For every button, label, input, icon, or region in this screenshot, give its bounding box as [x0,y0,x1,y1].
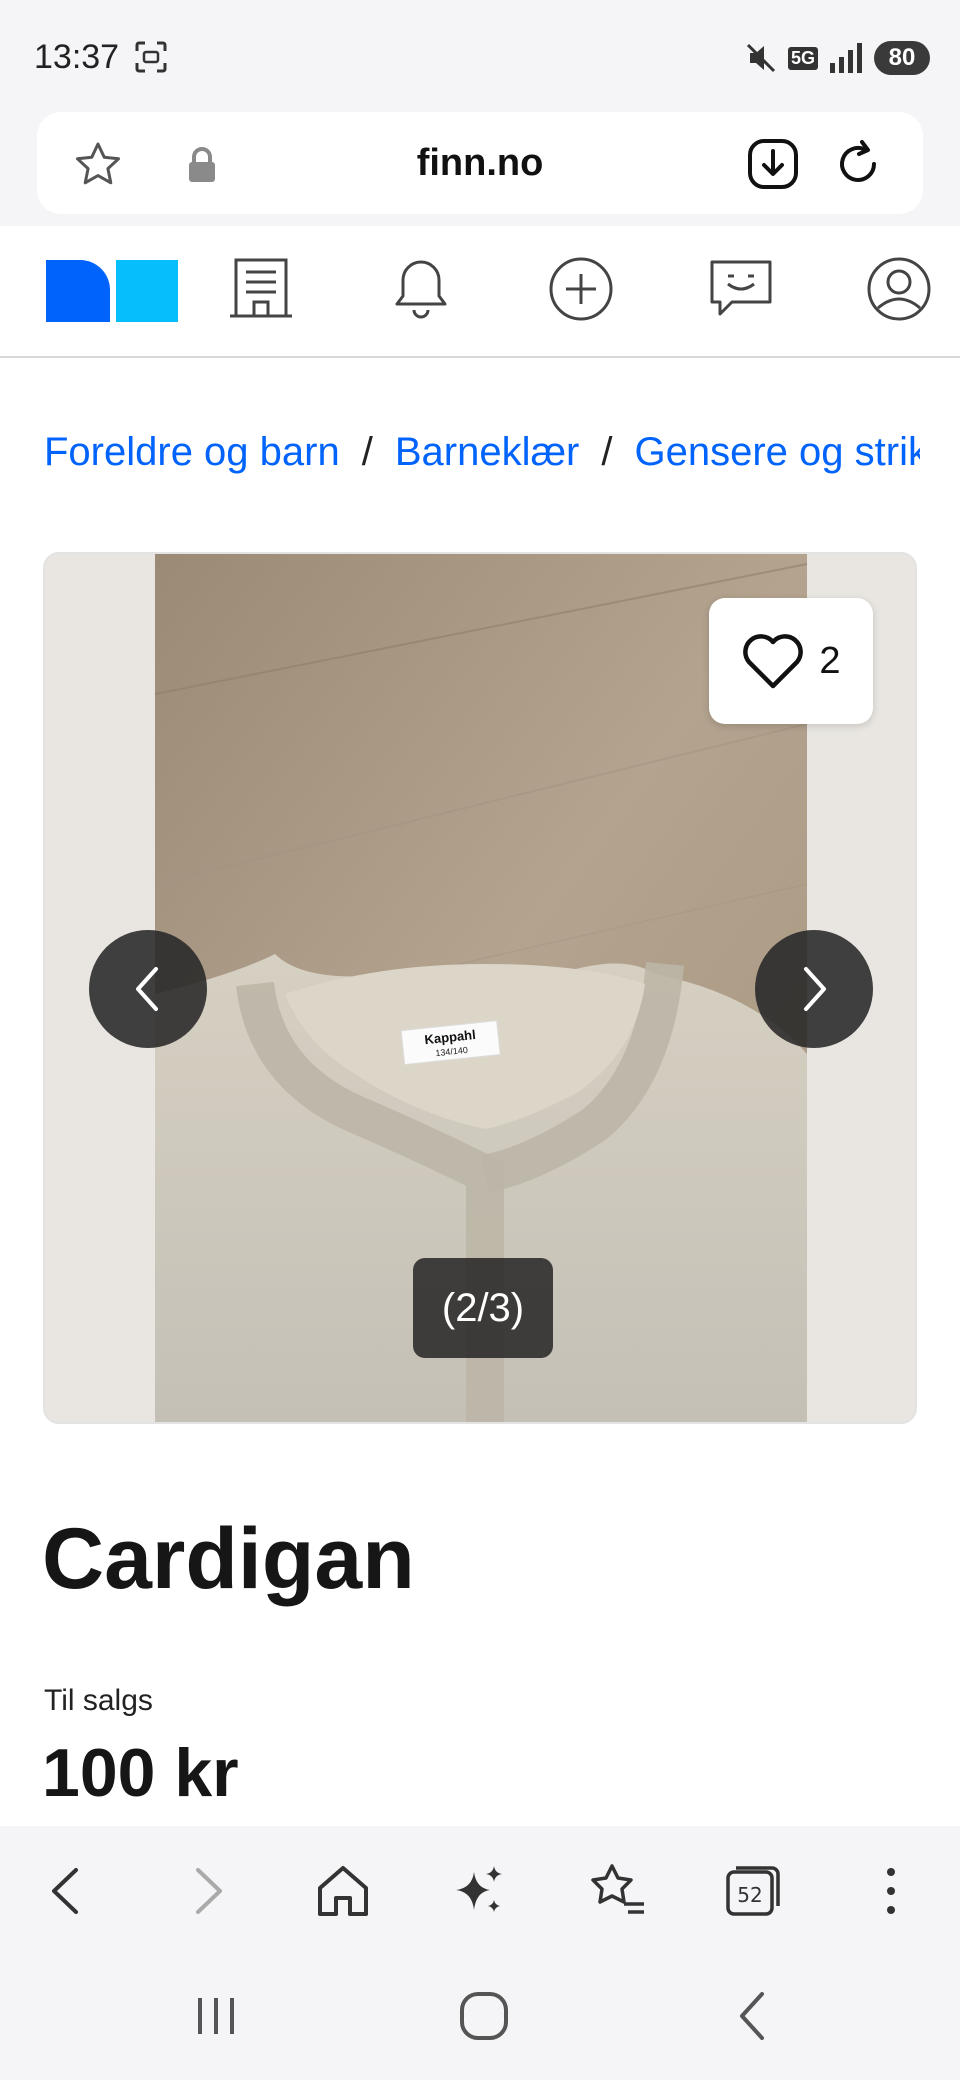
breadcrumb-separator: / [361,430,373,474]
reload-icon[interactable] [832,138,884,190]
breadcrumb-link-1[interactable]: Foreldre og barn [44,430,340,474]
home-icon[interactable] [312,1860,374,1922]
sale-type-label: Til salgs [44,1684,153,1717]
breadcrumb-link-2[interactable]: Barneklær [395,430,580,474]
battery-icon: 80 [874,41,930,75]
signal-icon [830,43,862,73]
breadcrumb-separator: / [601,430,613,474]
chat-icon[interactable] [708,256,774,322]
building-icon[interactable] [228,256,294,322]
forward-icon[interactable] [176,1860,238,1922]
recent-apps-icon[interactable] [186,1986,246,2046]
tab-count: 52 [737,1883,762,1907]
chevron-left-icon [136,967,158,1011]
listing-content: Foreldre og barn / Barneklær / Gensere og st… [0,358,960,1828]
mute-icon [746,43,776,73]
breadcrumb: Foreldre og barn / Barneklær / Gensere og st… [44,430,920,490]
status-icons: 5G 80 [744,38,930,78]
status-time: 13:37 [34,38,120,76]
heart-icon [743,634,804,689]
more-menu-icon[interactable] [860,1860,922,1922]
bell-icon[interactable] [388,256,454,322]
finn-logo[interactable] [46,260,178,322]
chevron-right-icon [804,967,826,1011]
browser-toolbar: 52 [0,1826,960,1956]
screenshot-icon [135,41,167,73]
previous-image-button[interactable] [89,930,207,1048]
tabs-icon[interactable]: 52 [722,1860,784,1922]
ai-sparkle-icon[interactable] [448,1860,510,1922]
back-icon[interactable] [36,1860,98,1922]
listing-title: Cardigan [42,1511,415,1607]
favorite-button[interactable]: 2 [709,598,873,724]
image-gallery[interactable]: Kappahl 134/140 2 (2/3) [43,552,917,1424]
profile-icon[interactable] [866,256,932,322]
image-counter: (2/3) [413,1258,553,1358]
address-bar[interactable]: finn.no [37,112,923,214]
bookmarks-icon[interactable] [586,1860,648,1922]
site-header [0,226,960,358]
system-navigation-bar [0,1956,960,2080]
download-icon[interactable] [747,138,799,190]
system-home-icon[interactable] [454,1986,514,2046]
listing-price: 100 kr [42,1735,239,1811]
status-bar: 13:37 5G 80 [0,0,960,112]
system-back-icon[interactable] [724,1986,784,2046]
favorite-count: 2 [819,639,841,682]
plus-circle-icon[interactable] [548,256,614,322]
network-5g-icon: 5G [787,46,818,70]
breadcrumb-link-3[interactable]: Gensere og strikk [635,430,921,474]
next-image-button[interactable] [755,930,873,1048]
